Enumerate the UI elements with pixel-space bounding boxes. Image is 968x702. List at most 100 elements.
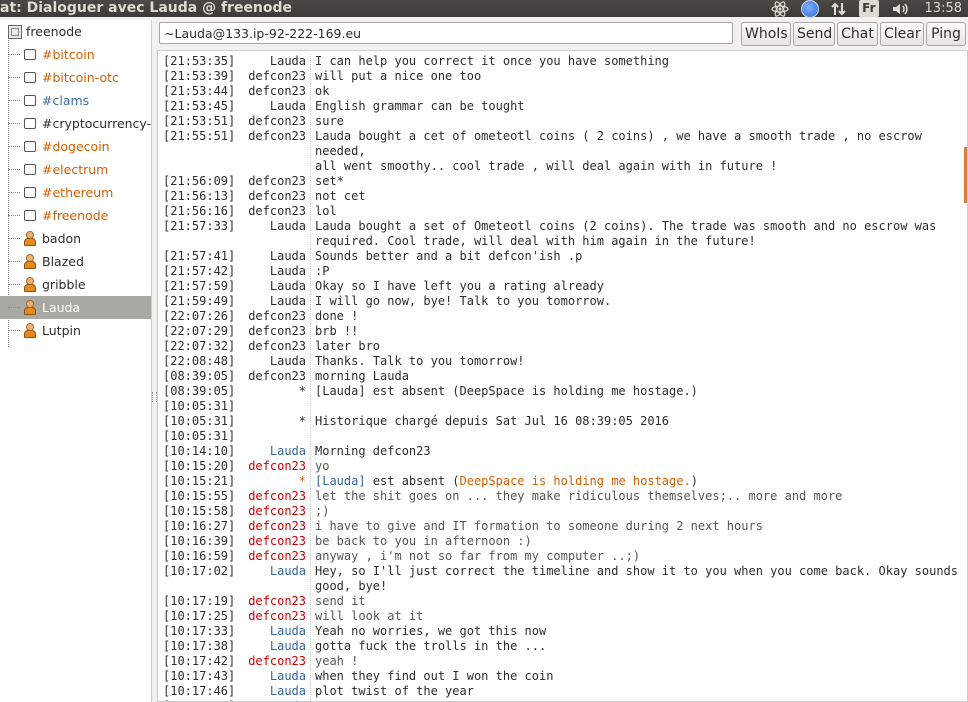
column-divider: [310, 414, 312, 429]
tree-channel-item[interactable]: #ethereum: [0, 181, 151, 204]
tree-channel-item[interactable]: #electrum: [0, 158, 151, 181]
tree-user-item[interactable]: badon: [0, 227, 151, 250]
message-nick: defcon23: [248, 534, 306, 548]
column-divider: [310, 429, 312, 444]
away-nick: [Lauda]: [315, 474, 366, 488]
user-icon: [22, 254, 36, 269]
message-nick: defcon23: [248, 459, 306, 473]
tree-branch-line: [8, 100, 20, 101]
chat-message: [22:07:26] defcon23 done !: [163, 309, 963, 324]
message-nick: Lauda: [269, 564, 306, 578]
column-divider: [310, 219, 312, 249]
scroll-marker[interactable]: [964, 147, 967, 203]
tree-channel-item[interactable]: #bitcoin-otc: [0, 66, 151, 89]
message-text: sure: [315, 114, 344, 128]
message-text: anyway , i'm not so far from my computer…: [315, 549, 641, 563]
message-nick: defcon23: [248, 69, 306, 83]
message-timestamp: [10:14:10]: [163, 444, 236, 458]
message-nick: defcon23: [248, 114, 306, 128]
message-nick: defcon23: [248, 189, 306, 203]
message-timestamp: [10:17:33]: [163, 624, 236, 638]
tree-channel-item[interactable]: #clams: [0, 89, 151, 112]
message-text: [315, 429, 963, 444]
tree-user-item[interactable]: Blazed: [0, 250, 151, 273]
tree-channel-item[interactable]: #cryptocurrency-: [0, 112, 151, 135]
column-divider: [310, 459, 312, 474]
message-text: i have to give and IT formation to someo…: [315, 519, 763, 533]
channel-label: #bitcoin-otc: [42, 70, 119, 85]
message-nick: Lauda: [269, 444, 306, 458]
message-text: ok: [315, 84, 330, 98]
message-nick: defcon23: [248, 129, 306, 143]
message-timestamp: [21:53:44]: [163, 84, 236, 98]
keyboard-layout-indicator[interactable]: Fr: [859, 0, 879, 17]
chat-message: [10:16:27] defcon23 i have to give and IT …: [163, 519, 963, 534]
tree-branch-line: [8, 330, 20, 331]
tree-channel-item[interactable]: #bitcoin: [0, 43, 151, 66]
message-timestamp: [10:17:19]: [163, 594, 236, 608]
message-text: [Lauda] est absent (DeepSpace is holding…: [315, 474, 963, 489]
chat-message: [10:17:38] Lauda gotta fuck the trolls in …: [163, 639, 963, 654]
user-host-field[interactable]: ~Lauda@133.ip-92-222-169.eu: [159, 22, 733, 44]
message-nick: defcon23: [248, 609, 306, 623]
volume-icon[interactable]: [891, 0, 911, 17]
tree-user-item[interactable]: Lauda: [0, 296, 151, 319]
user-icon: [22, 300, 36, 315]
tree-network-freenode[interactable]: freenode: [0, 20, 151, 43]
tree-user-item[interactable]: gribble: [0, 273, 151, 296]
message-nick: Lauda: [269, 624, 306, 638]
clear-button[interactable]: Clear: [880, 22, 924, 46]
message-text: set*: [315, 174, 344, 188]
column-divider: [310, 669, 312, 684]
column-divider: [310, 519, 312, 534]
chat-log[interactable]: [21:53:35] Lauda I can help you correct it…: [157, 50, 968, 702]
message-text: Lauda bought a set of Ometeotl coins (2 …: [315, 219, 937, 248]
chat-message: [10:17:42] defcon23 yeah !: [163, 654, 963, 669]
column-divider: [310, 684, 312, 699]
chat-message: [10:17:33] Lauda Yeah no worries, we got t…: [163, 624, 963, 639]
column-divider: [310, 309, 312, 324]
tree-channel-item[interactable]: #dogecoin: [0, 135, 151, 158]
message-text: [315, 399, 963, 414]
tree-branch-line: [8, 261, 20, 262]
message-text: be back to you in afternoon :): [315, 534, 532, 548]
chat-message: [21:57:41] Lauda Sounds better and a bit d…: [163, 249, 963, 264]
network-transfer-icon[interactable]: [831, 0, 847, 17]
chat-message: [10:05:31]: [163, 429, 963, 444]
message-timestamp: [21:56:13]: [163, 189, 236, 203]
message-text: morning Lauda: [315, 369, 409, 383]
message-timestamp: [22:07:32]: [163, 339, 236, 353]
column-divider: [310, 249, 312, 264]
window-title: at: Dialoguer avec Lauda @ freenode: [0, 0, 293, 16]
channel-icon: [22, 208, 36, 222]
whois-button[interactable]: WhoIs: [741, 22, 791, 46]
message-timestamp: [10:17:42]: [163, 654, 236, 668]
chrome-icon[interactable]: [801, 0, 820, 18]
message-text: Hey, so I'll just correct the timeline a…: [315, 564, 958, 593]
channel-list: #bitcoin #bitcoin-otc #clams #cryptocurrenc…: [0, 43, 151, 227]
message-text: Thanks. Talk to you tomorrow!: [315, 354, 525, 368]
column-divider: [310, 354, 312, 369]
message-text: will look at it: [315, 609, 424, 623]
system-settings-icon[interactable]: [771, 0, 789, 17]
message-nick: defcon23: [248, 174, 306, 188]
chat-button[interactable]: Chat: [837, 22, 878, 46]
column-divider: [310, 324, 312, 339]
tree-user-item[interactable]: Lutpin: [0, 319, 151, 342]
channel-icon: [22, 185, 36, 199]
channel-icon: [22, 162, 36, 176]
message-nick: Lauda: [269, 279, 306, 293]
message-timestamp: [21:57:41]: [163, 249, 236, 263]
message-text: when they find out I won the coin: [315, 669, 554, 683]
column-divider: [310, 294, 312, 309]
message-text: let the shit goes on ... they make ridic…: [315, 489, 843, 503]
tree-branch-line: [8, 54, 20, 55]
channel-label: #electrum: [42, 162, 109, 177]
clock[interactable]: 13:58: [925, 0, 962, 17]
tree-channel-item[interactable]: #freenode: [0, 204, 151, 227]
send-button[interactable]: Send: [793, 22, 835, 46]
away-text: est absent (: [365, 474, 460, 488]
ping-button[interactable]: Ping: [926, 22, 966, 46]
message-nick: Lauda: [269, 354, 306, 368]
message-text: Yeah no worries, we got this now: [315, 624, 547, 638]
